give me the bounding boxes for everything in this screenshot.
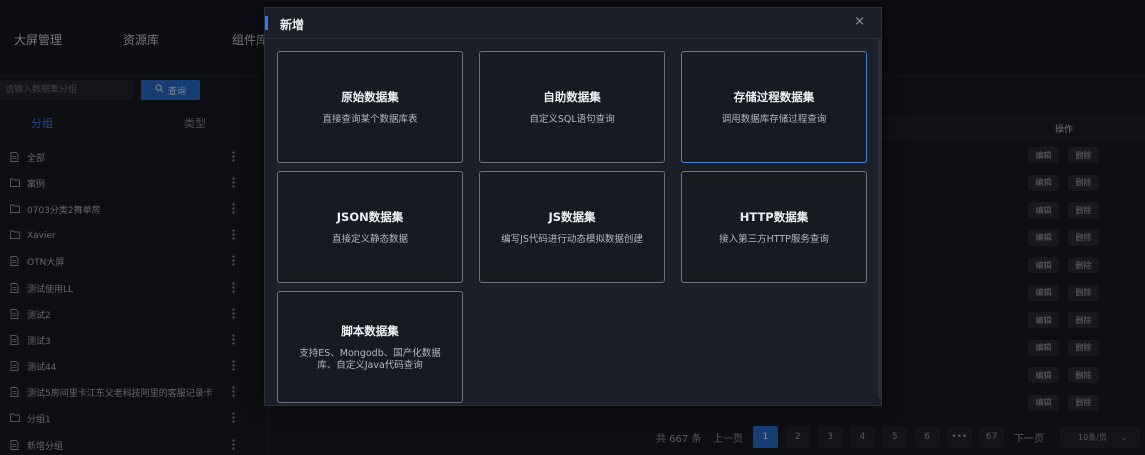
dataset-type-card[interactable]: HTTP数据集接入第三方HTTP服务查询 (681, 171, 867, 283)
dataset-type-card[interactable]: 自助数据集自定义SQL语句查询 (479, 51, 665, 163)
card-title: HTTP数据集 (739, 209, 809, 224)
card-description: 直接查询某个数据库表 (322, 113, 418, 125)
card-description: 接入第三方HTTP服务查询 (719, 233, 829, 245)
dataset-type-card[interactable]: JS数据集编写JS代码进行动态模拟数据创建 (479, 171, 665, 283)
modal-title: 新增 (280, 18, 305, 32)
card-title: 自助数据集 (543, 89, 601, 104)
modal-title-accent (265, 16, 268, 30)
new-dataset-modal: 新增 × 原始数据集 直接查询某个数据库表 自助数据集 自定义SQL语句查询 存储过程数… (264, 7, 882, 406)
card-title: 原始数据集 (341, 89, 399, 104)
card-description: 编写JS代码进行动态模拟数据创建 (501, 233, 643, 245)
dataset-type-card[interactable]: 原始数据集直接查询某个数据库表 (277, 51, 463, 163)
card-description: 支持ES、Mongodb、国产化数据库、自定义Java代码查询 (299, 347, 441, 371)
dataset-type-card[interactable]: 脚本数据集支持ES、Mongodb、国产化数据库、自定义Java代码查询 (277, 291, 463, 403)
dataset-type-card[interactable]: JSON数据集 直接定义静态数据 (277, 171, 463, 283)
modal-scrollbar[interactable] (878, 39, 882, 399)
card-title: 存储过程数据集 (733, 89, 815, 104)
dataset-type-card[interactable]: 存储过程数据集 调用数据库存储过程查询 (681, 51, 867, 163)
card-title: JSON数据集 (336, 209, 404, 224)
modal-header: 新增 × (265, 8, 881, 39)
close-icon[interactable]: × (854, 14, 865, 29)
card-description: 调用数据库存储过程查询 (721, 113, 827, 125)
card-description: 自定义SQL语句查询 (529, 113, 615, 125)
card-description: 直接定义静态数据 (331, 233, 408, 245)
card-title: JS数据集 (548, 209, 596, 224)
card-title: 脚本数据集 (341, 323, 399, 338)
